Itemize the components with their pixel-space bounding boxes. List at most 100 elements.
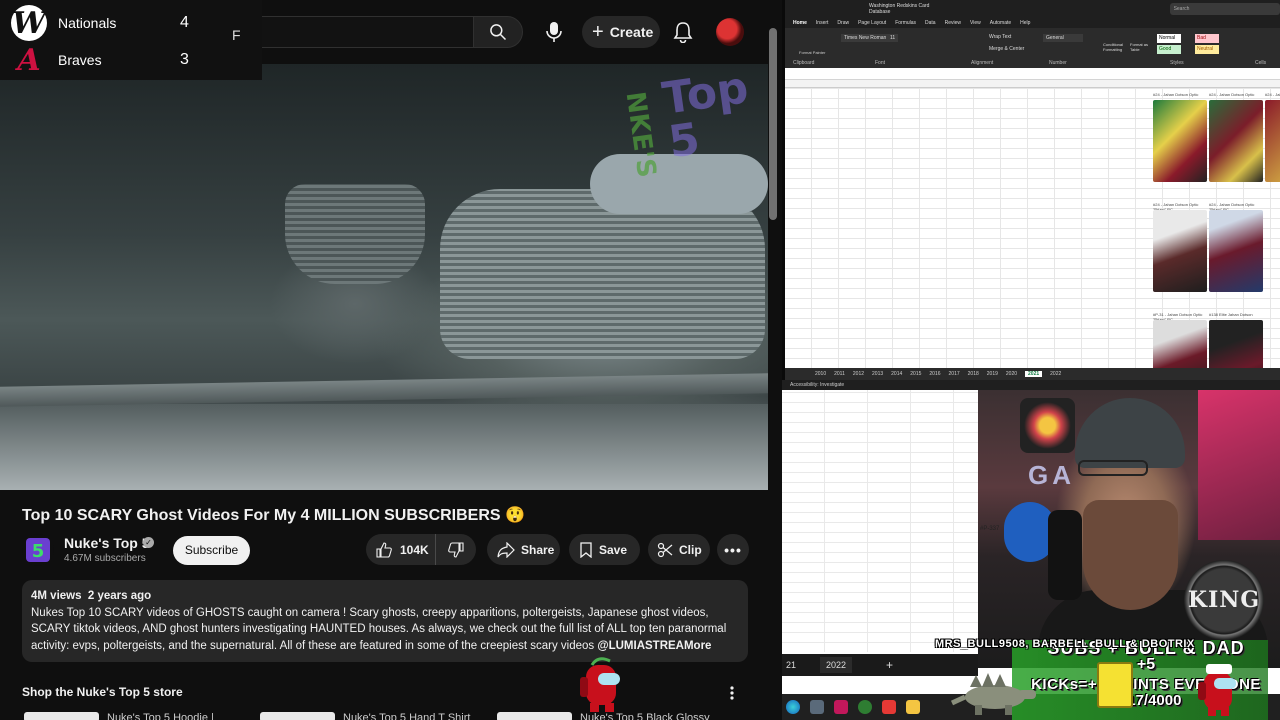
webcam-person-glasses	[1078, 460, 1148, 476]
channel-avatar[interactable]: 5	[22, 534, 54, 566]
format-painter-button[interactable]: Format Painter	[799, 50, 825, 55]
sheet-tab[interactable]: 2022	[1050, 371, 1061, 377]
sheet-tab[interactable]: 21	[782, 660, 800, 670]
spreadsheet-grid[interactable]: #24 - Jahan Dotson Optic #24 - Jahan Dot…	[785, 88, 1280, 380]
notifications-button[interactable]	[668, 16, 698, 48]
card-image[interactable]	[1209, 100, 1263, 182]
folder-icon[interactable]	[906, 700, 920, 714]
merge-center-button[interactable]: Merge & Center	[989, 46, 1024, 52]
card-caption: #24 - Jahan Dotson Optic	[1153, 92, 1199, 97]
channel-watermark: NKE'S Top 5	[620, 64, 768, 233]
shop-item[interactable]: Nuke's Top 5 Hand T Shirt	[260, 712, 470, 720]
voice-search-button[interactable]	[538, 14, 570, 50]
ribbon-tab[interactable]: Draw	[837, 20, 849, 26]
formula-bar[interactable]	[785, 68, 1280, 80]
account-avatar[interactable]	[716, 18, 744, 46]
font-size-select[interactable]: 11	[887, 34, 899, 42]
edge-icon[interactable]	[786, 700, 800, 714]
share-button[interactable]: Share	[487, 534, 560, 565]
thumbs-down-icon	[448, 541, 464, 558]
card-image[interactable]	[1265, 100, 1280, 182]
clip-button[interactable]: Clip	[648, 534, 710, 565]
search-button[interactable]	[473, 16, 523, 48]
accessibility-status[interactable]: Accessibility: Investigate	[782, 380, 1280, 390]
search-input[interactable]: h	[240, 16, 473, 48]
excel-search-input[interactable]: Search	[1169, 3, 1280, 15]
description-box[interactable]: 4M views 2 years ago Nukes Top 10 SCARY …	[22, 580, 748, 662]
ribbon-tab[interactable]: Insert	[816, 20, 829, 26]
format-as-table-button[interactable]: Format as Table	[1130, 42, 1152, 52]
calculator-icon[interactable]	[810, 700, 824, 714]
card-caption: #24 - Jahan Dotson Optic	[1265, 92, 1280, 97]
webcam-background-poster	[1198, 390, 1280, 540]
style-good[interactable]: Good	[1157, 45, 1181, 54]
sheet-tab[interactable]: 2015	[910, 371, 921, 377]
ribbon-tab[interactable]: Formulas	[895, 20, 916, 26]
ribbon-tab[interactable]: Automate	[990, 20, 1011, 26]
shop-item[interactable]: Nuke's Top 5 Black Glossy	[497, 712, 710, 720]
sheet-tab[interactable]: 2010	[815, 371, 826, 377]
style-neutral[interactable]: Neutral	[1195, 45, 1219, 54]
sheet-tabs: 2010 2011 2012 2013 2014 2015 2016 2017 …	[785, 368, 1280, 380]
like-button[interactable]: 104K	[366, 534, 436, 565]
sheet-tab[interactable]: 2018	[968, 371, 979, 377]
sheet-tab[interactable]: 2016	[929, 371, 940, 377]
shop-item-thumbnail	[24, 712, 99, 720]
game-status: F	[232, 27, 241, 43]
shop-item[interactable]: Nuke's Top 5 Hoodie |	[24, 712, 214, 720]
lower-spreadsheet-grid[interactable]	[782, 390, 978, 652]
card-caption: #138 Elite Jahan Dotson	[1209, 312, 1253, 317]
save-button[interactable]: Save	[569, 534, 640, 565]
bell-icon	[673, 22, 693, 43]
group-label: Styles	[1170, 60, 1184, 66]
obs-icon[interactable]	[882, 700, 896, 714]
shop-more-button[interactable]	[726, 683, 738, 703]
card-column: #24 - Jahan Dotson Optic #24 - Jahan Dot…	[1153, 92, 1209, 380]
webcam-wall-text: GA	[1028, 460, 1075, 490]
sheet-tab[interactable]: 2011	[834, 371, 845, 377]
sheet-tab-active[interactable]: 2022	[820, 657, 853, 673]
snip-icon[interactable]	[834, 700, 848, 714]
sheet-tab[interactable]: 2012	[853, 371, 864, 377]
wrap-text-button[interactable]: Wrap Text	[989, 34, 1011, 40]
sheet-tab-active[interactable]: 2021	[1025, 371, 1043, 377]
channel-name[interactable]: Nuke's Top 5	[64, 535, 150, 551]
ribbon-tab[interactable]: Review	[945, 20, 961, 26]
ribbon-tab[interactable]: View	[970, 20, 981, 26]
sheet-tab[interactable]: 2020	[1006, 371, 1017, 377]
number-format-select[interactable]: General	[1043, 34, 1083, 42]
lower-sheet-tabs: 21 2022 +	[782, 654, 978, 676]
ribbon-tab[interactable]: Home	[793, 20, 807, 26]
ribbon-tab[interactable]: Data	[925, 20, 936, 26]
card-image[interactable]	[1209, 210, 1263, 292]
create-button[interactable]: + Create	[582, 16, 660, 48]
sheet-tab[interactable]: 2014	[891, 371, 902, 377]
cell-reference: #P-337	[980, 526, 1000, 532]
page-scrollbar[interactable]	[769, 28, 777, 220]
description-more-link[interactable]: @LUMIASTREAMore	[597, 640, 711, 652]
ribbon-tab[interactable]: Help	[1020, 20, 1030, 26]
style-bad[interactable]: Bad	[1195, 34, 1219, 43]
conditional-formatting-button[interactable]: Conditional Formatting	[1103, 42, 1127, 52]
subscribe-button[interactable]: Subscribe	[173, 536, 250, 565]
ribbon-tab[interactable]: Page Layout	[858, 20, 886, 26]
webcam-microphone	[1048, 510, 1082, 600]
style-normal[interactable]: Normal	[1157, 34, 1181, 43]
card-image[interactable]	[1153, 100, 1207, 182]
score-row-away: A Braves 3	[0, 42, 210, 78]
plus-icon: +	[592, 21, 604, 43]
video-player[interactable]: NKE'S Top 5	[0, 64, 768, 490]
sheet-tab[interactable]: 2019	[987, 371, 998, 377]
card-image[interactable]	[1153, 210, 1207, 292]
dislike-button[interactable]	[436, 534, 476, 565]
xbox-icon[interactable]	[858, 700, 872, 714]
team-name: Braves	[58, 52, 102, 68]
video-scene-floor	[0, 404, 768, 490]
sheet-tab[interactable]: 2013	[872, 371, 883, 377]
add-sheet-button[interactable]: +	[886, 658, 893, 672]
sheet-tab[interactable]: 2017	[949, 371, 960, 377]
scissors-icon	[657, 542, 673, 557]
shop-item-title: Nuke's Top 5 Hoodie |	[107, 712, 214, 720]
more-actions-button[interactable]: •••	[717, 534, 749, 565]
font-name-select[interactable]: Times New Roman	[841, 34, 890, 42]
